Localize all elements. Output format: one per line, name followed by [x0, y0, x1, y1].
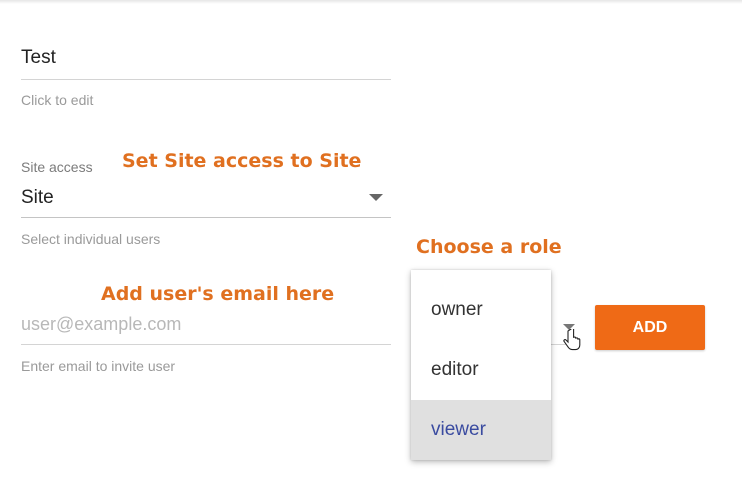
site-access-value: Site: [21, 187, 54, 208]
site-access-select[interactable]: Site: [21, 183, 391, 218]
add-button[interactable]: ADD: [595, 305, 705, 350]
role-option-viewer[interactable]: viewer: [411, 400, 551, 460]
role-option-editor[interactable]: editor: [411, 340, 551, 400]
email-hint: Enter email to invite user: [21, 358, 176, 374]
annotation-site-access: Set Site access to Site: [122, 150, 362, 172]
dropdown-arrow-icon: [369, 194, 383, 201]
name-field-underline: [21, 79, 391, 80]
email-input[interactable]: user@example.com: [21, 314, 181, 335]
role-dropdown-menu: owner editor viewer: [411, 270, 551, 460]
name-field-hint: Click to edit: [21, 92, 94, 108]
hand-cursor-icon: [563, 329, 581, 351]
role-option-owner[interactable]: owner: [411, 280, 551, 340]
site-access-underline: [21, 217, 391, 218]
annotation-role: Choose a role: [416, 236, 562, 258]
site-access-label: Site access: [21, 159, 93, 175]
site-access-hint: Select individual users: [21, 231, 161, 247]
name-field-value[interactable]: Test: [21, 47, 56, 69]
top-shadow: [0, 0, 742, 4]
annotation-email: Add user's email here: [101, 283, 335, 305]
email-underline: [21, 344, 391, 345]
